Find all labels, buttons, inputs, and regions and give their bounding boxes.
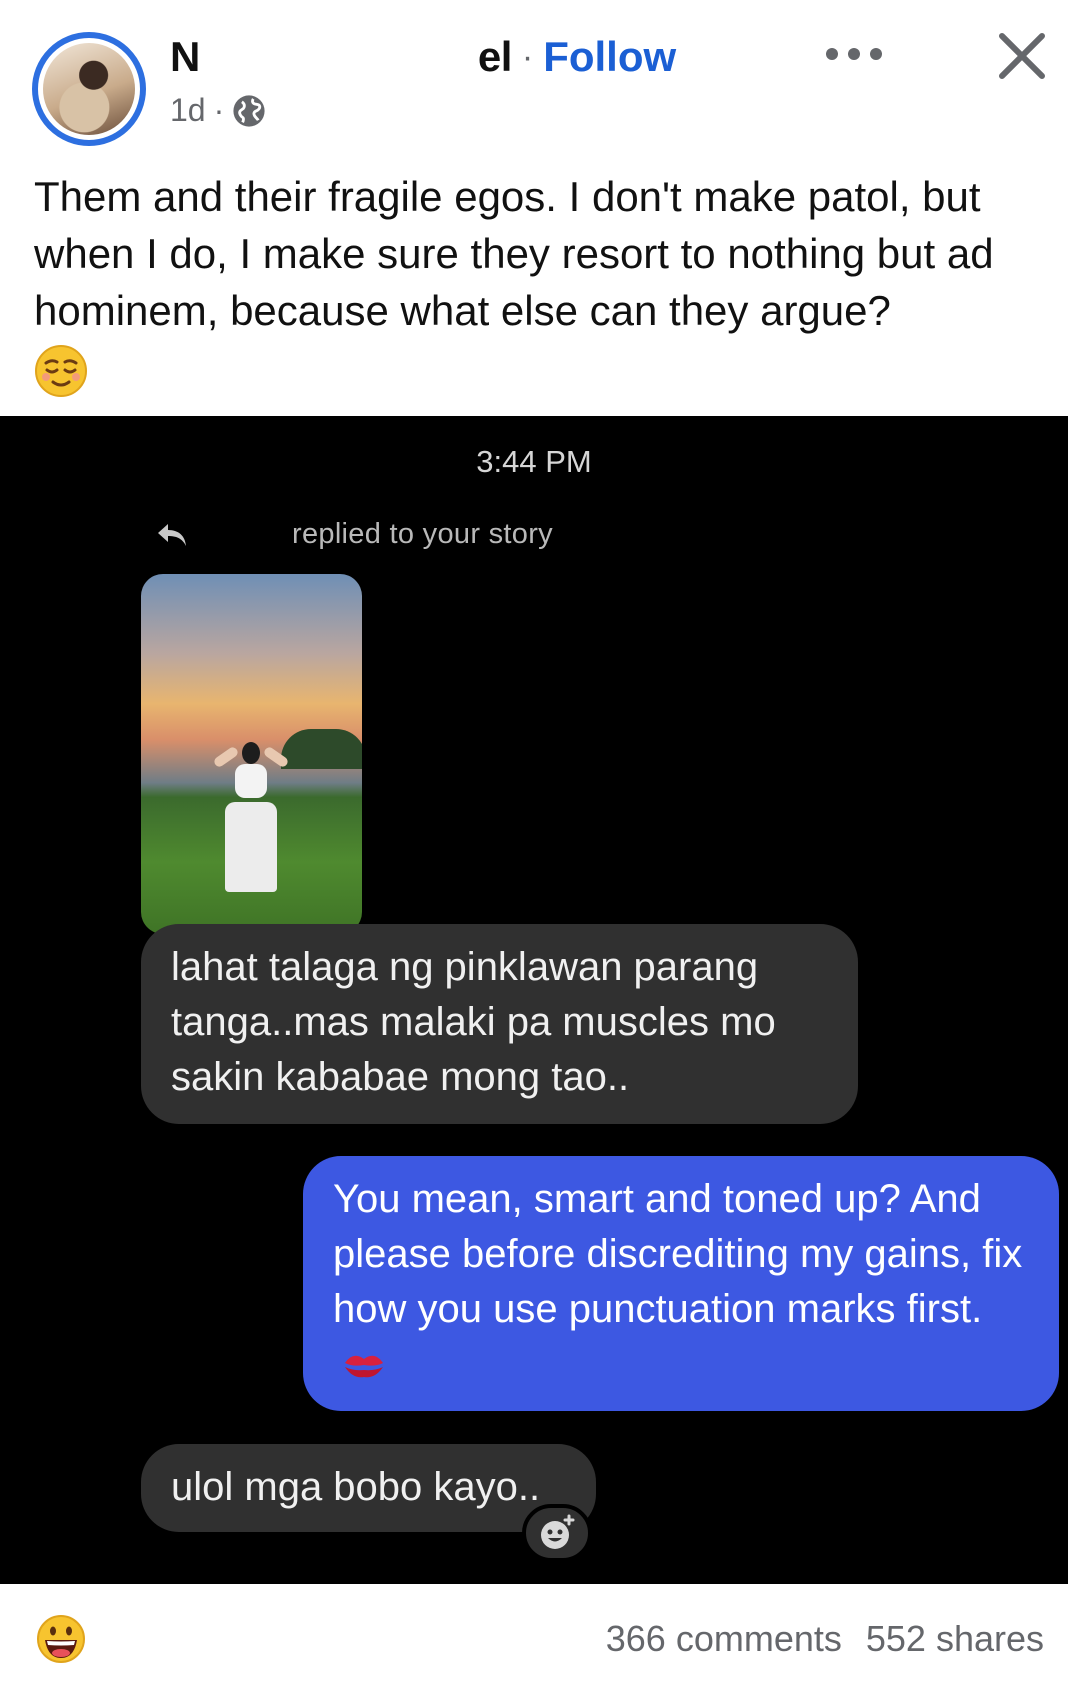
meta-separator: · xyxy=(213,92,225,128)
smiley-plus-icon xyxy=(541,1514,575,1549)
message-text: ulol mga bobo kayo.. xyxy=(171,1465,541,1509)
more-options-icon[interactable] xyxy=(826,42,882,66)
redacted-name xyxy=(201,39,472,75)
story-thumbnail[interactable] xyxy=(141,574,362,934)
engagement-stats: 366 comments 552 shares xyxy=(606,1618,1044,1660)
avatar[interactable] xyxy=(32,32,146,146)
add-reaction-icon[interactable] xyxy=(522,1504,592,1562)
incoming-message[interactable]: lahat talaga ng pinklawan parang tanga..… xyxy=(141,924,858,1124)
outgoing-message[interactable]: You mean, smart and toned up? And please… xyxy=(303,1156,1059,1411)
message-text: lahat talaga ng pinklawan parang tanga..… xyxy=(171,945,776,1099)
comments-count[interactable]: 366 comments xyxy=(606,1618,842,1660)
chat-timestamp: 3:44 PM xyxy=(476,444,592,479)
post-time[interactable]: 1d xyxy=(170,92,206,129)
story-person-top xyxy=(235,764,267,798)
author-name-initial[interactable]: N xyxy=(170,33,200,81)
attached-screenshot[interactable]: 3:44 PM replied to your story lahat tala… xyxy=(0,416,1068,1584)
author-name-suffix[interactable]: el xyxy=(478,33,513,81)
story-person-pants xyxy=(225,802,277,892)
story-reply-note: replied to your story xyxy=(292,518,553,550)
grinning-face-icon[interactable] xyxy=(36,1614,86,1664)
message-text: You mean, smart and toned up? And please… xyxy=(333,1177,1023,1331)
story-trees xyxy=(281,729,362,769)
reply-arrow-icon xyxy=(158,524,186,546)
relieved-face-icon xyxy=(35,345,87,397)
close-icon[interactable] xyxy=(996,30,1048,82)
story-person-arm xyxy=(212,745,240,769)
post-header: N el · Follow 1d · xyxy=(0,0,1068,150)
name-separator: · xyxy=(521,37,534,76)
follow-button[interactable]: Follow xyxy=(543,33,676,81)
post-meta: 1d · xyxy=(170,92,266,129)
shares-count[interactable]: 552 shares xyxy=(866,1618,1044,1660)
kiss-mark-icon xyxy=(345,1355,383,1378)
story-person-head xyxy=(242,742,260,764)
post-footer: 366 comments 552 shares xyxy=(0,1584,1068,1694)
post-caption: Them and their fragile egos. I don't mak… xyxy=(34,173,994,334)
author-row: N el · Follow xyxy=(170,30,676,84)
avatar-image xyxy=(43,43,135,135)
globe-icon xyxy=(233,94,265,127)
